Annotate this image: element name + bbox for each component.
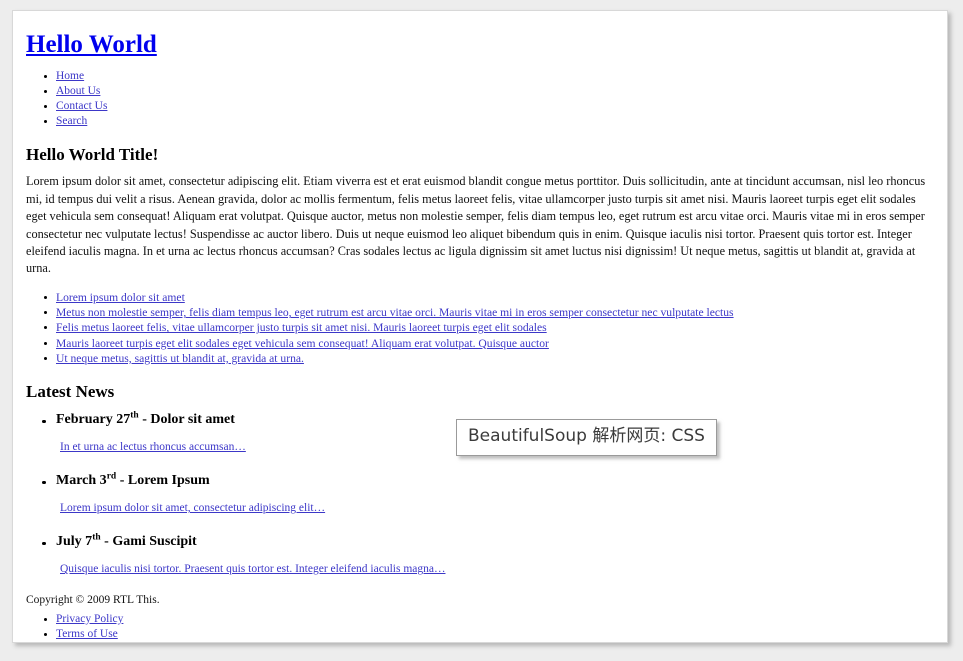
footer-link-terms-of-use[interactable]: Terms of Use <box>56 628 118 640</box>
news-excerpt-row: Lorem ipsum dolor sit amet, consectetur … <box>60 501 939 517</box>
page-title: Hello World <box>26 31 939 59</box>
news-excerpt-link[interactable]: Lorem ipsum dolor sit amet, consectetur … <box>60 502 325 514</box>
news-date: February 27 <box>56 411 131 427</box>
news-excerpt-link[interactable]: In et urna ac lectus rhoncus accumsan… <box>60 441 246 453</box>
list-item[interactable]: Lorem ipsum dolor sit amet <box>42 290 939 305</box>
document-body: Hello World Home About Us Contact Us Sea… <box>13 11 947 642</box>
site-title-link[interactable]: Hello World <box>26 31 157 58</box>
inline-link-2[interactable]: Metus non molestie semper, felis diam te… <box>56 306 734 319</box>
news-date-ordinal: rd <box>106 470 117 481</box>
page-frame: Hello World Home About Us Contact Us Sea… <box>12 10 948 643</box>
nav-link-contact-us[interactable]: Contact Us <box>56 100 107 112</box>
news-date-ordinal: th <box>92 531 101 542</box>
latest-news-heading: Latest News <box>26 381 115 401</box>
overlay-caption: BeautifulSoup 解析网页: CSS <box>456 419 717 456</box>
nav-link-about-us[interactable]: About Us <box>56 85 100 97</box>
list-item[interactable]: Mauris laoreet turpis eget elit sodales … <box>42 336 939 351</box>
news-separator: - <box>138 411 151 427</box>
news-separator: - <box>100 533 113 549</box>
inline-link-4[interactable]: Mauris laoreet turpis eget elit sodales … <box>56 337 549 350</box>
news-title: Lorem Ipsum <box>127 472 210 488</box>
news-date-ordinal: th <box>130 409 139 420</box>
news-date: March 3 <box>56 472 107 488</box>
inline-link-list: Lorem ipsum dolor sit amet Metus non mol… <box>42 290 939 366</box>
news-date: July 7 <box>56 533 93 549</box>
nav-item-search[interactable]: Search <box>42 114 939 129</box>
list-item[interactable]: Metus non molestie semper, felis diam te… <box>42 305 939 320</box>
nav-link-home[interactable]: Home <box>56 70 84 82</box>
nav-item-about-us[interactable]: About Us <box>42 84 939 99</box>
footer-item-terms-of-use[interactable]: Terms of Use <box>42 627 939 642</box>
footer-item-privacy-policy[interactable]: Privacy Policy <box>42 612 939 627</box>
news-item: July 7th - Gami Suscipit Quisque iaculis… <box>38 531 939 578</box>
main-paragraph: Lorem ipsum dolor sit amet, consectetur … <box>26 174 926 276</box>
news-headline: March 3rd - Lorem Ipsum <box>56 470 939 490</box>
nav-item-contact-us[interactable]: Contact Us <box>42 99 939 114</box>
news-excerpt-row: Quisque iaculis nisi tortor. Praesent qu… <box>60 562 939 578</box>
list-item[interactable]: Felis metus laoreet felis, vitae ullamco… <box>42 320 939 335</box>
inline-link-5[interactable]: Ut neque metus, sagittis ut blandit at, … <box>56 352 304 365</box>
primary-navigation: Home About Us Contact Us Search <box>42 69 939 129</box>
inline-link-1[interactable]: Lorem ipsum dolor sit amet <box>56 291 185 304</box>
nav-item-home[interactable]: Home <box>42 69 939 84</box>
news-excerpt-link[interactable]: Quisque iaculis nisi tortor. Praesent qu… <box>60 563 445 575</box>
inline-link-3[interactable]: Felis metus laoreet felis, vitae ullamco… <box>56 321 547 334</box>
rendered-page: Hello World Home About Us Contact Us Sea… <box>13 11 947 642</box>
main-heading: Hello World Title! <box>26 144 159 164</box>
list-item[interactable]: Ut neque metus, sagittis ut blandit at, … <box>42 351 939 366</box>
browser-canvas: Hello World Home About Us Contact Us Sea… <box>0 0 963 661</box>
news-title: Dolor sit amet <box>150 411 235 427</box>
news-title: Gami Suscipit <box>112 533 197 549</box>
footer-link-list: Privacy Policy Terms of Use <box>42 612 939 642</box>
news-item: March 3rd - Lorem Ipsum Lorem ipsum dolo… <box>38 470 939 517</box>
copyright-text: Copyright © 2009 RTL This. <box>26 593 160 606</box>
news-separator: - <box>116 472 128 488</box>
nav-link-search[interactable]: Search <box>56 115 87 127</box>
footer-link-privacy-policy[interactable]: Privacy Policy <box>56 613 123 625</box>
news-headline: July 7th - Gami Suscipit <box>56 531 939 551</box>
